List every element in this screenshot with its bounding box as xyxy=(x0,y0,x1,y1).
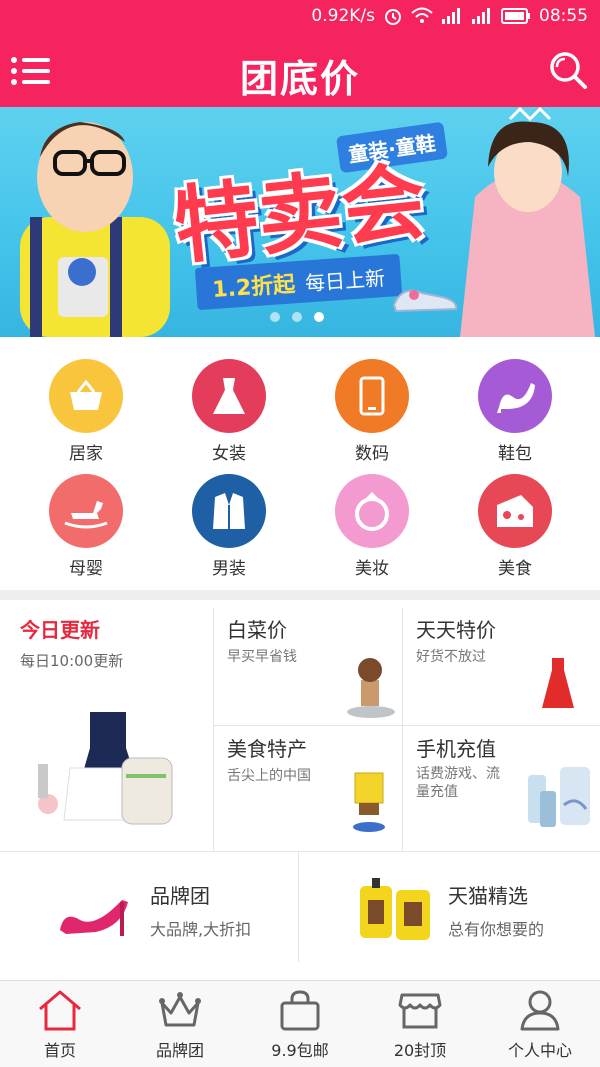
category-women[interactable]: 女装 xyxy=(174,359,284,464)
category-label: 鞋包 xyxy=(498,444,532,464)
brand-group-card[interactable]: 品牌团 大品牌,大折扣 xyxy=(0,852,298,962)
toy-figure-image xyxy=(347,658,395,718)
today-subtitle: 每日10:00更新 xyxy=(20,652,124,670)
banner-discount: 1.2折起 xyxy=(211,272,297,303)
promo-cell-food[interactable]: 美食特产 舌尖上的中国 xyxy=(213,725,402,852)
search-icon xyxy=(550,52,587,89)
category-label: 母婴 xyxy=(69,559,103,579)
home-icon xyxy=(39,990,81,1031)
category-label: 居家 xyxy=(69,444,103,464)
status-bar: 0.92K/s 08:55 xyxy=(0,0,600,36)
phone-icon xyxy=(335,359,409,433)
wifi-icon xyxy=(411,7,433,23)
promo-cell-title: 手机充值 xyxy=(416,737,496,761)
tab-brand[interactable]: 品牌团 xyxy=(120,981,240,1067)
app-header-bar: 0.92K/s 08:55 团底价 xyxy=(0,0,600,107)
banner-dot[interactable] xyxy=(292,312,302,322)
category-label: 美妆 xyxy=(355,559,389,579)
tab-profile[interactable]: 个人中心 xyxy=(480,981,600,1067)
promo-cell-special[interactable]: 天天特价 好货不放过 xyxy=(402,600,600,725)
category-shoes-bags[interactable]: 鞋包 xyxy=(460,359,570,464)
today-update-card[interactable]: 今日更新 每日10:00更新 xyxy=(0,600,213,852)
category-label: 美食 xyxy=(498,559,532,579)
ring-icon xyxy=(335,474,409,548)
category-label: 数码 xyxy=(355,444,389,464)
tab-home[interactable]: 首页 xyxy=(0,981,120,1067)
signal-icon xyxy=(442,8,460,24)
promo-cell-title: 美食特产 xyxy=(227,737,307,761)
crown-icon xyxy=(159,992,201,1027)
brand-subtitle: 总有你想要的 xyxy=(448,920,545,939)
tab-label: 品牌团 xyxy=(155,1041,204,1060)
banner-pagination xyxy=(270,312,324,322)
brand-title: 品牌团 xyxy=(150,884,210,908)
promo-cell-subtitle: 好货不放过 xyxy=(416,649,486,665)
user-icon xyxy=(520,990,560,1031)
tab-label: 个人中心 xyxy=(507,1041,572,1060)
category-label: 男装 xyxy=(212,559,246,579)
section-divider xyxy=(0,590,600,600)
cheese-icon xyxy=(478,474,552,548)
promo-cell-cheap[interactable]: 白菜价 早买早省钱 xyxy=(213,600,402,725)
tab-label: 首页 xyxy=(43,1041,76,1060)
tab-label: 20封顶 xyxy=(393,1041,447,1060)
high-heel-icon xyxy=(478,359,552,433)
network-speed: 0.92K/s xyxy=(311,6,375,26)
tmall-select-card[interactable]: 天猫精选 总有你想要的 xyxy=(298,852,600,962)
brand-title: 天猫精选 xyxy=(448,884,528,908)
red-heels-image xyxy=(60,900,128,936)
phone-cases-image xyxy=(528,767,590,827)
promo-cell-subtitle: 话费游戏、流量充值 xyxy=(416,766,500,800)
search-button[interactable] xyxy=(548,50,588,90)
promo-cell-title: 天天特价 xyxy=(416,618,496,642)
promo-cell-title: 白菜价 xyxy=(227,618,287,642)
app-title: 团底价 xyxy=(239,57,360,101)
promo-cell-subtitle: 早买早省钱 xyxy=(227,649,297,665)
sponge-figure-image xyxy=(353,772,385,832)
category-label: 女装 xyxy=(212,444,246,464)
luggage-image xyxy=(360,878,430,940)
tab-free-shipping[interactable]: 9.9包邮 xyxy=(240,981,360,1067)
bottom-tab-bar: 首页 品牌团 9.9包邮 20封顶 个人中心 xyxy=(0,980,600,1067)
category-beauty[interactable]: 美妆 xyxy=(317,474,427,579)
suit-icon xyxy=(192,474,266,548)
brand-subtitle: 大品牌,大折扣 xyxy=(150,920,252,939)
signal-icon xyxy=(472,8,490,24)
promo-grid: 今日更新 每日10:00更新 白菜价 早买早省钱 天天特价 好货不放过 美食特产… xyxy=(0,600,600,852)
category-mother-baby[interactable]: 母婴 xyxy=(31,474,141,579)
basket-icon xyxy=(49,359,123,433)
category-grid: 居家 女装 数码 鞋包 母婴 男装 美妆 美食 xyxy=(0,337,600,592)
banner-tagline: 每日上新 xyxy=(304,265,386,296)
promo-cell-subtitle: 舌尖上的中国 xyxy=(227,768,311,784)
brand-row: 品牌团 大品牌,大折扣 天猫精选 总有你想要的 xyxy=(0,852,600,962)
dress-icon xyxy=(192,359,266,433)
category-home[interactable]: 居家 xyxy=(31,359,141,464)
category-digital[interactable]: 数码 xyxy=(317,359,427,464)
today-products-image xyxy=(38,712,173,825)
shopping-bag-icon xyxy=(280,990,320,1031)
promo-cell-recharge[interactable]: 手机充值 话费游戏、流量充值 xyxy=(402,725,600,852)
banner-dot-active[interactable] xyxy=(314,312,324,322)
girl-model-image xyxy=(460,107,595,337)
kids-shoes-image xyxy=(392,289,458,313)
tab-price-cap[interactable]: 20封顶 xyxy=(360,981,480,1067)
battery-icon xyxy=(501,8,530,24)
header: 团底价 xyxy=(0,36,600,107)
status-time: 08:55 xyxy=(539,6,588,26)
today-title: 今日更新 xyxy=(20,618,100,642)
promo-banner[interactable]: 童装·童鞋 特卖会 1.2折起 每日上新 xyxy=(0,107,600,337)
rocking-horse-icon xyxy=(49,474,123,548)
category-food[interactable]: 美食 xyxy=(460,474,570,579)
category-men[interactable]: 男装 xyxy=(174,474,284,579)
banner-dot[interactable] xyxy=(270,312,280,322)
store-icon xyxy=(398,993,442,1029)
alarm-icon xyxy=(385,9,401,25)
tab-label: 9.9包邮 xyxy=(271,1041,329,1060)
red-dress-image xyxy=(542,658,574,708)
